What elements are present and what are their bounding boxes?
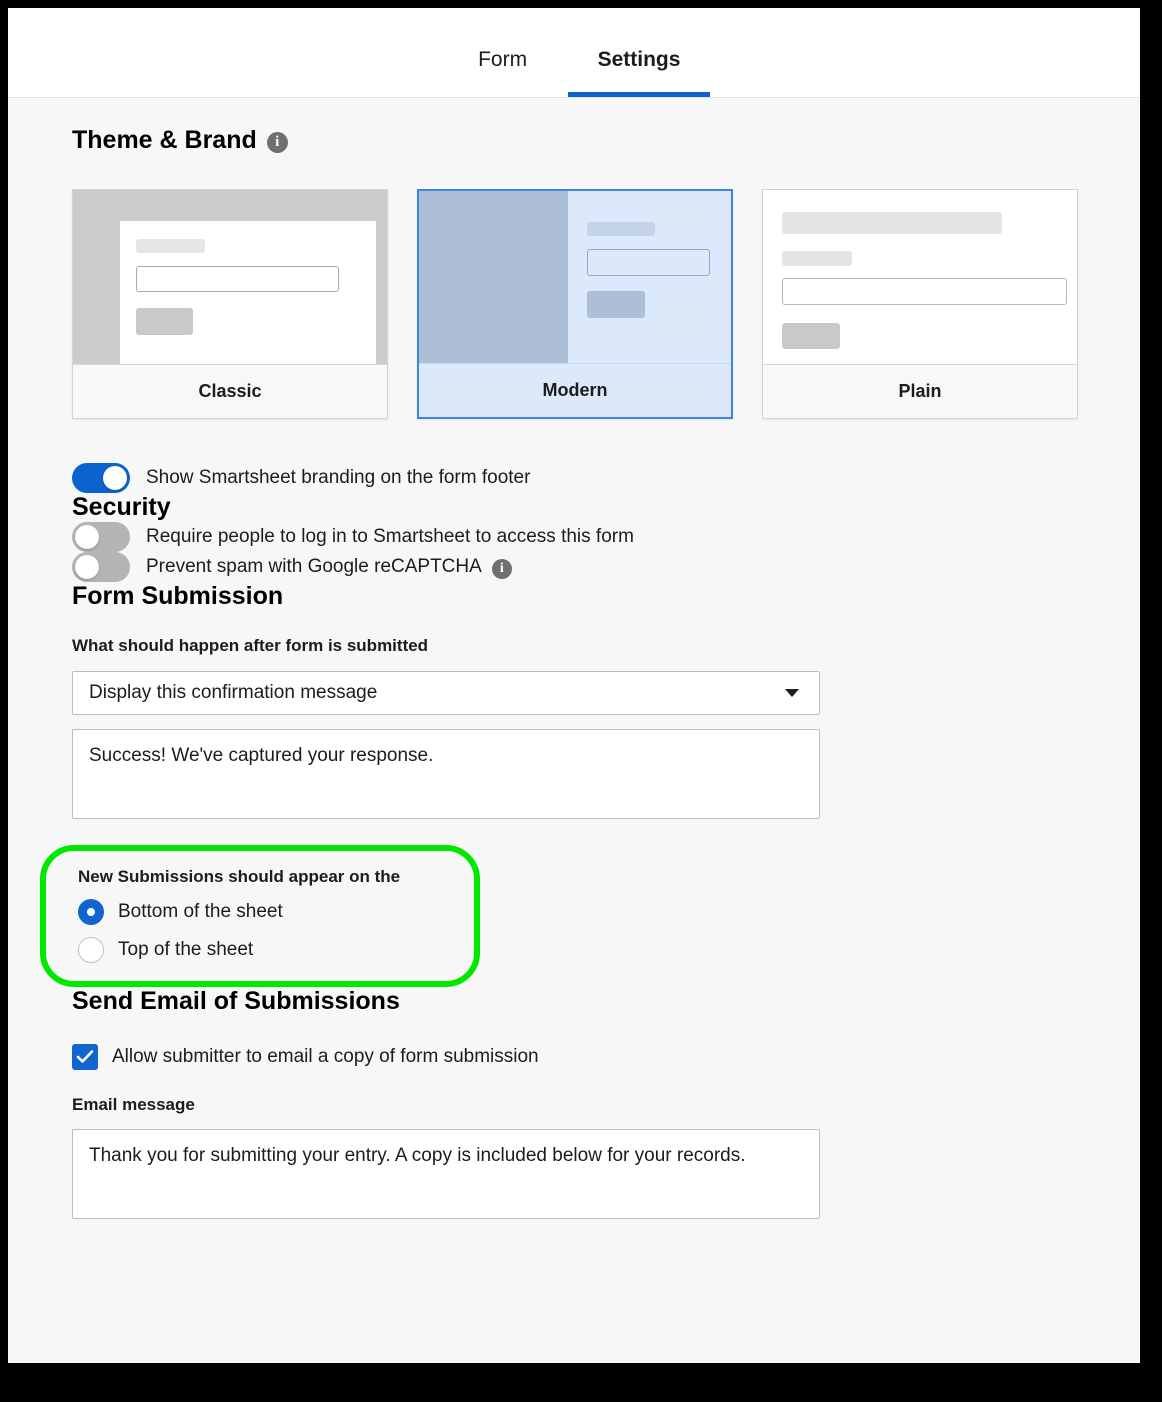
send-email-heading: Send Email of Submissions	[72, 987, 1140, 1016]
require-login-text: Require people to log in to Smartsheet t…	[146, 526, 634, 547]
info-icon[interactable]: i	[266, 132, 288, 153]
toggle-knob	[75, 555, 99, 579]
chevron-down-icon	[785, 689, 799, 697]
new-submissions-highlight: New Submissions should appear on the Bot…	[40, 845, 480, 987]
toggle-knob	[103, 466, 127, 490]
email-message-textarea[interactable]: Thank you for submitting your entry. A c…	[72, 1129, 820, 1219]
theme-preview-plain	[763, 190, 1077, 364]
after-submit-label: What should happen after form is submitt…	[72, 636, 429, 655]
allow-email-copy-checkbox[interactable]	[72, 1044, 98, 1070]
preview-title-placeholder	[782, 212, 1002, 234]
recaptcha-text: Prevent spam with Google reCAPTCHA	[146, 556, 482, 577]
preview-input-placeholder	[782, 278, 1067, 305]
send-email-title: Send Email of Submissions	[72, 987, 400, 1015]
theme-preview-modern	[419, 191, 731, 363]
after-submit-select[interactable]: Display this confirmation message	[72, 671, 820, 715]
tab-form[interactable]: Form	[438, 8, 568, 97]
radio-bottom-of-sheet[interactable]	[78, 899, 104, 925]
email-message-label: Email message	[72, 1095, 195, 1114]
branding-toggle[interactable]	[72, 463, 130, 493]
branding-toggle-text: Show Smartsheet branding on the form foo…	[146, 467, 531, 488]
tab-settings[interactable]: Settings	[567, 8, 711, 97]
radio-bottom-label: Bottom of the sheet	[118, 901, 283, 922]
preview-input-placeholder	[587, 249, 710, 276]
security-title: Security	[72, 493, 171, 521]
check-icon	[76, 1050, 94, 1063]
preview-card-surface	[120, 221, 376, 364]
recaptcha-label: Prevent spam with Google reCAPTCHA i	[146, 556, 512, 579]
branding-toggle-row: Show Smartsheet branding on the form foo…	[72, 463, 1140, 493]
tab-bar: Form Settings	[8, 8, 1140, 98]
require-login-toggle[interactable]	[72, 522, 130, 552]
theme-brand-title: Theme & Brand	[72, 126, 257, 154]
recaptcha-toggle-row: Prevent spam with Google reCAPTCHA i	[72, 552, 1140, 582]
allow-email-copy-row[interactable]: Allow submitter to email a copy of form …	[72, 1044, 1140, 1070]
theme-preview-classic	[73, 190, 387, 364]
recaptcha-toggle[interactable]	[72, 552, 130, 582]
theme-card-plain[interactable]: Plain	[762, 189, 1078, 419]
preview-button-placeholder	[136, 308, 193, 335]
require-login-toggle-row: Require people to log in to Smartsheet t…	[72, 522, 1140, 552]
toggle-knob	[75, 525, 99, 549]
radio-row-bottom[interactable]: Bottom of the sheet	[78, 899, 474, 925]
preview-label-placeholder	[587, 222, 655, 236]
preview-input-placeholder	[136, 266, 339, 292]
settings-content: Theme & Brand i Classic Modern Plain Sho…	[8, 98, 1140, 1363]
tab-settings-label: Settings	[597, 48, 681, 71]
radio-row-top[interactable]: Top of the sheet	[78, 937, 474, 963]
preview-button-placeholder	[587, 291, 645, 318]
preview-label-placeholder	[136, 239, 205, 253]
form-submission-title: Form Submission	[72, 582, 284, 610]
preview-label-placeholder	[782, 251, 852, 266]
preview-button-placeholder	[782, 323, 840, 349]
recaptcha-info-icon[interactable]: i	[491, 559, 512, 579]
confirmation-message-textarea[interactable]: Success! We've captured your response.	[72, 729, 820, 819]
theme-card-modern-label: Modern	[419, 363, 731, 417]
theme-card-plain-label: Plain	[763, 364, 1077, 418]
preview-side-panel	[419, 191, 568, 363]
theme-card-classic[interactable]: Classic	[72, 189, 388, 419]
theme-card-classic-label: Classic	[73, 364, 387, 418]
radio-top-label: Top of the sheet	[118, 939, 254, 960]
allow-email-copy-label: Allow submitter to email a copy of form …	[112, 1046, 539, 1067]
require-login-label: Require people to log in to Smartsheet t…	[146, 526, 634, 548]
tab-form-label: Form	[478, 48, 528, 71]
form-settings-page: Form Settings Theme & Brand i Classic Mo…	[8, 8, 1140, 1363]
new-submissions-label: New Submissions should appear on the	[78, 867, 401, 886]
radio-top-of-sheet[interactable]	[78, 937, 104, 963]
branding-toggle-label: Show Smartsheet branding on the form foo…	[146, 467, 530, 489]
form-submission-heading: Form Submission	[72, 582, 1140, 611]
theme-card-modern[interactable]: Modern	[417, 189, 733, 419]
theme-brand-heading: Theme & Brand i	[72, 98, 1140, 155]
theme-card-list: Classic Modern Plain	[72, 189, 1140, 419]
after-submit-select-value: Display this confirmation message	[89, 682, 378, 703]
security-heading: Security	[72, 493, 1140, 522]
